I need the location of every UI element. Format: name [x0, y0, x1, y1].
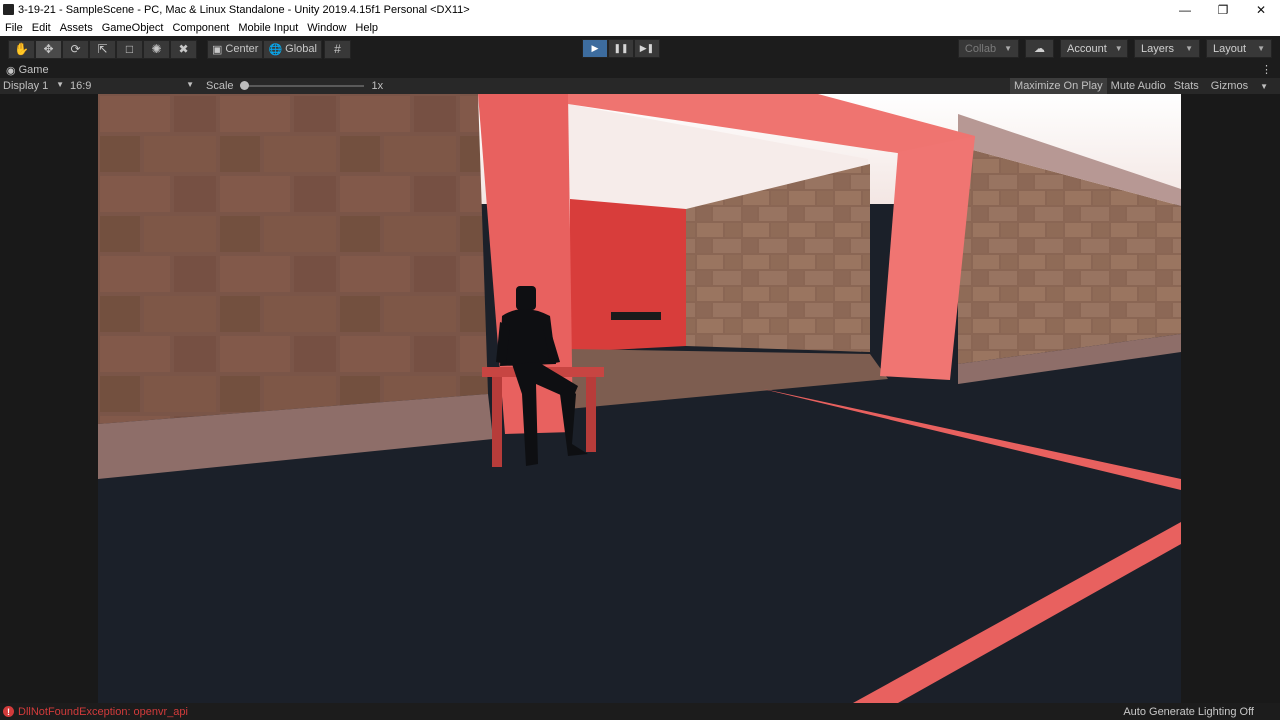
game-view-controls: Display 1 ▼ 16:9 ▼ Scale 1x Maximize On …: [0, 78, 1280, 94]
bench-leg-right: [586, 377, 596, 452]
scale-control: Scale 1x: [206, 80, 383, 92]
space-label: Global: [285, 43, 317, 55]
menu-file[interactable]: File: [0, 22, 27, 34]
menu-assets[interactable]: Assets: [55, 22, 97, 34]
scale-tool-icon[interactable]: ⇱: [89, 39, 116, 59]
collab-dropdown[interactable]: Collab ▼: [957, 39, 1019, 58]
scale-label: Scale: [206, 80, 234, 92]
chevron-down-icon: ▼: [186, 80, 194, 89]
chevron-down-icon: ▼: [1260, 81, 1268, 91]
transform-tool-icon[interactable]: ✺: [143, 39, 170, 59]
gizmos-dropdown[interactable]: Gizmos ▼: [1203, 78, 1276, 94]
layout-dropdown[interactable]: Layout ▼: [1206, 39, 1272, 58]
game-view-toggles: Maximize On Play Mute Audio Stats Gizmos…: [1010, 78, 1276, 94]
maximize-on-play-toggle[interactable]: Maximize On Play: [1010, 78, 1107, 94]
rotate-tool-icon[interactable]: ⟳: [62, 39, 89, 59]
panel-tabbar: ◉ Game ⋮: [0, 62, 1280, 78]
transform-tools: ✋ ✥ ⟳ ⇱ □ ✺ ✖: [8, 39, 197, 59]
menu-bar: File Edit Assets GameObject Component Mo…: [0, 19, 1280, 36]
cloud-button[interactable]: ☁: [1025, 39, 1054, 58]
back-red-wall: [570, 199, 686, 352]
status-bar: ! DllNotFoundException: openvr_api Auto …: [0, 703, 1280, 720]
pivot-toggle-button[interactable]: ▣ Center: [207, 39, 264, 59]
aspect-dropdown[interactable]: 16:9 ▼: [66, 80, 198, 92]
pivot-icon: ▣: [212, 43, 223, 56]
cloud-icon: ☁: [1034, 43, 1045, 55]
pivot-group: ▣ Center 🌐 Global #: [207, 39, 351, 59]
bench-leg-left: [492, 377, 502, 467]
play-button[interactable]: ▶: [582, 39, 608, 58]
pivot-label: Center: [225, 43, 259, 55]
minimize-icon[interactable]: —: [1166, 0, 1204, 19]
window-title: 3-19-21 - SampleScene - PC, Mac & Linux …: [18, 3, 470, 16]
move-tool-icon[interactable]: ✥: [35, 39, 62, 59]
chevron-down-icon: ▼: [1004, 44, 1012, 53]
gamepad-icon: ◉: [6, 64, 16, 77]
scale-value: 1x: [371, 80, 384, 92]
rect-tool-icon[interactable]: □: [116, 39, 143, 59]
account-label: Account: [1067, 42, 1107, 55]
game-scene: [98, 94, 1181, 703]
stats-toggle[interactable]: Stats: [1170, 78, 1203, 94]
game-viewport[interactable]: [98, 94, 1181, 703]
layers-dropdown[interactable]: Layers ▼: [1134, 39, 1200, 58]
tab-game[interactable]: ◉ Game: [6, 64, 49, 77]
layout-label: Layout: [1213, 42, 1247, 55]
display-label: Display 1: [3, 80, 49, 92]
window-titlebar: 3-19-21 - SampleScene - PC, Mac & Linux …: [0, 0, 1280, 19]
chevron-down-icon: ▼: [1114, 44, 1123, 53]
menu-window[interactable]: Window: [302, 22, 350, 34]
error-message: DllNotFoundException: openvr_api: [18, 705, 188, 718]
error-icon: !: [3, 706, 14, 717]
play-controls: ▶ ❚❚ ▶❚: [582, 39, 660, 58]
menu-mobile-input[interactable]: Mobile Input: [233, 22, 302, 34]
account-dropdown[interactable]: Account ▼: [1060, 39, 1128, 58]
collab-label: Collab: [964, 42, 997, 55]
gizmos-label: Gizmos: [1210, 80, 1249, 92]
menu-help[interactable]: Help: [350, 22, 382, 34]
restore-icon[interactable]: ❐: [1204, 0, 1242, 19]
globe-icon: 🌐: [268, 43, 283, 56]
menu-edit[interactable]: Edit: [27, 22, 55, 34]
menu-gameobject[interactable]: GameObject: [97, 22, 168, 34]
mute-audio-toggle[interactable]: Mute Audio: [1107, 78, 1170, 94]
panel-menu-icon[interactable]: ⋮: [1261, 63, 1272, 76]
tab-game-label: Game: [18, 64, 49, 76]
menu-component[interactable]: Component: [167, 22, 233, 34]
chevron-down-icon: ▼: [56, 80, 64, 89]
aspect-label: 16:9: [70, 80, 92, 92]
hand-tool-icon[interactable]: ✋: [8, 39, 35, 59]
scale-slider[interactable]: [239, 81, 364, 90]
close-icon[interactable]: ✕: [1242, 0, 1280, 19]
lighting-status[interactable]: Auto Generate Lighting Off: [1123, 706, 1254, 718]
display-dropdown[interactable]: Display 1 ▼: [0, 80, 66, 92]
pause-button[interactable]: ❚❚: [608, 39, 634, 58]
wall-object: [611, 312, 661, 320]
console-error[interactable]: ! DllNotFoundException: openvr_api: [3, 706, 188, 718]
scale-slider-handle[interactable]: [239, 81, 249, 90]
space-toggle-button[interactable]: 🌐 Global: [263, 39, 322, 59]
layers-label: Layers: [1141, 42, 1175, 55]
right-toolbar: Collab ▼ ☁ Account ▼ Layers ▼ Layout ▼: [957, 39, 1272, 58]
step-button[interactable]: ▶❚: [634, 39, 660, 58]
custom-tool-icon[interactable]: ✖: [170, 39, 197, 59]
left-wall: [98, 94, 488, 424]
grid-snap-icon[interactable]: #: [323, 39, 351, 59]
chevron-down-icon: ▼: [1257, 44, 1265, 53]
main-toolbar: ✋ ✥ ⟳ ⇱ □ ✺ ✖ ▣ Center 🌐 Global # ▶ ❚❚ ▶❚ …: [0, 36, 1280, 62]
unity-logo-icon: [3, 4, 14, 15]
chevron-down-icon: ▼: [1185, 44, 1193, 53]
